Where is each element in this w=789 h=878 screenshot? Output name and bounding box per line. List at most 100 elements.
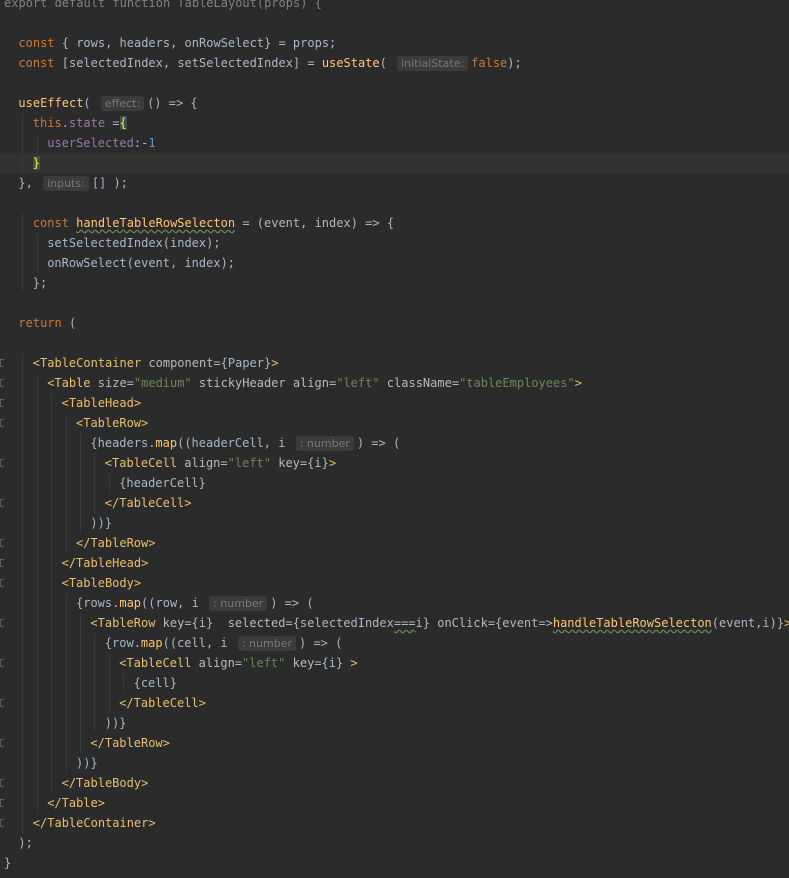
code-line[interactable]: ); (0, 833, 789, 853)
code-line[interactable] (0, 73, 789, 93)
code-line[interactable]: const handleTableRowSelecton = (event, i… (0, 213, 789, 233)
fold-marker-icon[interactable] (0, 419, 4, 427)
code-token: <TableHead> (61, 396, 142, 410)
code-line[interactable]: <TableContainer component={Paper}> (0, 353, 789, 373)
code-line[interactable]: </TableCell> (0, 493, 789, 513)
indent-guide (80, 733, 81, 753)
indent-guide (65, 633, 67, 653)
fold-marker-icon[interactable] (0, 659, 4, 667)
indent-guide (22, 613, 24, 633)
fold-marker-icon[interactable] (0, 739, 4, 747)
code-token: {cell} (133, 676, 177, 690)
indent-guide (36, 793, 38, 813)
indent-guide (51, 593, 53, 613)
indent-guide (51, 553, 53, 573)
code-line[interactable]: ))} (0, 513, 789, 533)
fold-marker-icon[interactable] (0, 799, 4, 807)
code-line[interactable]: }, inputs:[] ); (0, 173, 789, 193)
fold-marker-icon[interactable] (0, 699, 4, 707)
code-line[interactable]: onRowSelect(event, index); (0, 253, 789, 273)
code-token: <TableBody> (61, 576, 142, 590)
indent-guide (22, 493, 24, 513)
code-line[interactable]: <TableCell align="left" key={i}> (0, 453, 789, 473)
fold-marker-icon[interactable] (0, 499, 4, 507)
fold-marker-icon[interactable] (0, 359, 4, 367)
code-token: key (285, 656, 315, 670)
fold-marker-icon[interactable] (0, 459, 4, 467)
indent-guide (36, 393, 38, 413)
code-line[interactable]: {row.map((cell, i : number) => ( (0, 633, 789, 653)
code-line[interactable]: <TableRow> (0, 413, 789, 433)
code-text: <TableCell align="left" key={i} > (119, 653, 357, 673)
fold-marker-icon[interactable] (0, 379, 4, 387)
code-line[interactable]: </TableBody> (0, 773, 789, 793)
code-line[interactable] (0, 293, 789, 313)
fold-marker-icon[interactable] (0, 559, 4, 567)
code-token: > (784, 616, 789, 630)
code-line[interactable]: <TableCell align="left" key={i} > (0, 653, 789, 673)
code-token: align (292, 376, 329, 390)
code-line[interactable]: </TableRow> (0, 733, 789, 753)
code-line[interactable]: const [selectedIndex, setSelectedIndex] … (0, 53, 789, 73)
code-token: stickyHeader (191, 376, 293, 390)
code-token: </TableContainer> (32, 816, 156, 830)
code-token: userSelected (47, 136, 134, 150)
code-line[interactable]: const { rows, headers, onRowSelect} = pr… (0, 33, 789, 53)
code-token: <TableRow (90, 616, 163, 630)
code-token: :- (133, 136, 149, 150)
code-token: ={event=> (487, 616, 553, 630)
code-token: handleTableRowSelecton (76, 216, 236, 230)
code-line[interactable]: {rows.map((row, i : number) => ( (0, 593, 789, 613)
code-line[interactable]: } (0, 153, 789, 173)
code-line[interactable]: </TableRow> (0, 533, 789, 553)
code-token: export default function TableLayout(prop… (4, 0, 322, 10)
code-token: }, (18, 176, 41, 190)
code-line[interactable]: {headers.map((headerCell, i : number) =>… (0, 433, 789, 453)
code-line[interactable]: } (0, 853, 789, 873)
indent-guide (22, 453, 24, 473)
code-line[interactable]: export default function TableLayout(prop… (0, 0, 789, 13)
indent-guide (36, 553, 38, 573)
indent-guide (22, 413, 24, 433)
code-line[interactable]: setSelectedIndex(index); (0, 233, 789, 253)
code-line[interactable]: </TableHead> (0, 553, 789, 573)
code-line[interactable] (0, 333, 789, 353)
code-line[interactable]: userSelected:-1 (0, 133, 789, 153)
code-line[interactable] (0, 193, 789, 213)
code-token: {rows. (76, 596, 120, 610)
code-line[interactable]: ))} (0, 753, 789, 773)
fold-marker-icon[interactable] (0, 399, 4, 407)
indent-guide (22, 373, 24, 393)
code-token: map (119, 596, 142, 610)
indent-guide (36, 633, 38, 653)
code-line[interactable]: <TableBody> (0, 573, 789, 593)
code-text: {row.map((cell, i : number) => ( (105, 633, 342, 653)
code-line[interactable]: {cell} (0, 673, 789, 693)
code-line[interactable]: ))} (0, 713, 789, 733)
code-line[interactable]: <TableHead> (0, 393, 789, 413)
code-token: selected (227, 616, 286, 630)
fold-marker-icon[interactable] (0, 539, 4, 547)
code-line[interactable]: this.state ={ (0, 113, 789, 133)
code-line[interactable]: </Table> (0, 793, 789, 813)
code-line[interactable]: {headerCell} (0, 473, 789, 493)
fold-marker-icon[interactable] (0, 619, 4, 627)
code-text: ))} (90, 513, 112, 533)
fold-marker-icon[interactable] (0, 819, 4, 827)
code-line[interactable]: <Table size="medium" stickyHeader align=… (0, 373, 789, 393)
code-token: ) => ( (356, 436, 401, 450)
code-token: = (event, index) => { (235, 216, 395, 230)
fold-marker-icon[interactable] (0, 579, 4, 587)
code-line[interactable]: </TableCell> (0, 693, 789, 713)
code-line[interactable]: </TableContainer> (0, 813, 789, 833)
code-line[interactable] (0, 13, 789, 33)
code-token: "medium" (133, 376, 192, 390)
code-token: <TableCell (119, 656, 199, 670)
code-line[interactable]: useEffect( effect:() => { (0, 93, 789, 113)
fold-marker-icon[interactable] (0, 779, 4, 787)
code-line[interactable]: }; (0, 273, 789, 293)
code-editor[interactable]: export default function TableLayout(prop… (0, 0, 789, 878)
code-line[interactable]: return ( (0, 313, 789, 333)
code-line[interactable]: <TableRow key={i} selected={selectedInde… (0, 613, 789, 633)
indent-guide (80, 633, 81, 653)
